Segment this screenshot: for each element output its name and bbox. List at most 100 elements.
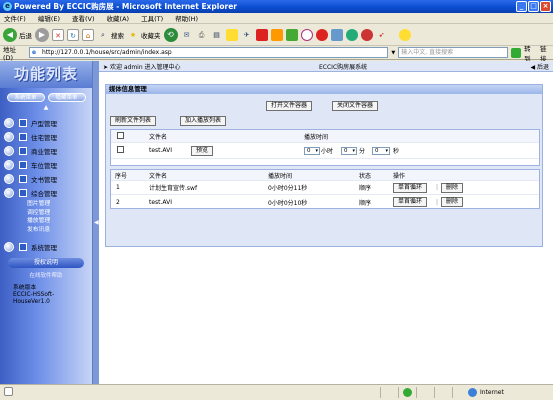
loop-button[interactable]: 单首循环 <box>393 197 428 207</box>
sidebar-item-parking[interactable]: 车位管理 <box>0 158 92 172</box>
collapse-arrow-icon[interactable]: ▲ <box>0 104 92 111</box>
history-icon[interactable]: ⟲ <box>163 27 178 42</box>
window-title: Powered By ECCIC购房展 - Microsoft Internet… <box>14 2 237 11</box>
sidebar-item-general[interactable]: 综合管理 <box>0 186 92 200</box>
hide-menu-button[interactable]: 隐藏菜单 <box>47 93 86 102</box>
delete-label: 删除 <box>441 182 464 193</box>
hour-value: 0 <box>304 146 320 155</box>
browser-toolbar: ◀ 后退 ▶ ✕ ↻ ⌂ ⌕ 搜索 ★ 收藏夹 ⟲ ✉ ⎙ ▤ ✈ ➶ <box>0 24 553 46</box>
menu-edit[interactable]: 编辑(E) <box>38 13 60 23</box>
edit-icon[interactable]: ▤ <box>211 29 223 41</box>
menu-file[interactable]: 文件(F) <box>4 13 26 23</box>
minute-select[interactable]: 0 <box>341 146 357 155</box>
status-bar: Internet <box>0 384 553 400</box>
smiley-icon[interactable] <box>398 28 411 41</box>
home-icon[interactable]: ⌂ <box>82 28 94 41</box>
go-button[interactable]: 转到 <box>524 43 537 63</box>
preview-button[interactable]: 预览 <box>191 145 214 156</box>
file-checkbox[interactable] <box>117 146 124 155</box>
sidebar-item-commercial[interactable]: 商业管理 <box>0 144 92 158</box>
header-back-button[interactable]: ◀ 后退 <box>530 62 549 71</box>
hour-select[interactable]: 0 <box>304 146 320 155</box>
status-divider <box>452 387 453 398</box>
globe-icon[interactable] <box>345 28 358 41</box>
maximize-button[interactable]: □ <box>528 1 539 12</box>
ball-icon <box>4 132 14 142</box>
sidebar-subitem[interactable]: 图片管理 <box>0 200 92 209</box>
sidebar-subitem[interactable]: 播放管理 <box>0 217 92 226</box>
refresh-list-button[interactable]: 刷新文件列表 <box>110 116 157 126</box>
search-input[interactable]: 输入中文, 直接搜索 <box>398 47 509 58</box>
second-unit: 秒 <box>393 148 400 155</box>
folder-icon[interactable] <box>225 28 238 41</box>
clock-icon[interactable] <box>300 28 313 41</box>
loop-label: 单首循环 <box>393 197 428 207</box>
second-select[interactable]: 0 <box>372 146 390 155</box>
add-playlist-button[interactable]: 加入播放列表 <box>180 116 227 126</box>
rose-icon[interactable] <box>360 28 373 41</box>
delete-label: 删除 <box>441 197 464 207</box>
status-divider <box>416 387 417 398</box>
tool-green-icon[interactable] <box>285 28 298 41</box>
tool-red-icon[interactable] <box>255 28 268 41</box>
search-button[interactable]: ⌕ 搜索 <box>97 26 124 44</box>
ball-icon <box>4 160 14 170</box>
loop-button[interactable]: 单首循环 <box>393 182 428 193</box>
tool-blue-icon[interactable] <box>330 28 343 41</box>
file-name: test.AVI <box>149 147 173 154</box>
close-button[interactable]: × <box>540 1 551 12</box>
address-dropdown-icon[interactable]: ▼ <box>391 50 395 56</box>
minimize-button[interactable]: _ <box>516 1 527 12</box>
links-button[interactable]: 链接 <box>540 43 553 63</box>
bird-icon[interactable]: ➶ <box>376 29 388 41</box>
go-icon[interactable] <box>511 47 522 58</box>
minute-unit: 分 <box>359 148 366 155</box>
messenger-icon[interactable]: ✈ <box>241 29 253 41</box>
refresh-icon[interactable]: ↻ <box>67 28 79 41</box>
search-label: 搜索 <box>111 31 124 40</box>
section-icon <box>19 147 27 155</box>
row-filename: test.AVI <box>149 198 173 206</box>
close-container-button[interactable]: 关闭文件容器 <box>332 101 379 111</box>
sidebar-item-system[interactable]: 系统管理 <box>0 240 92 254</box>
globe-icon <box>468 388 477 397</box>
favorites-button[interactable]: ★ 收藏夹 <box>127 26 161 44</box>
sidebar-item-label: 综合管理 <box>31 190 57 198</box>
zone-indicator: Internet <box>468 388 504 397</box>
print-icon[interactable]: ⎙ <box>196 29 208 41</box>
sidebar-subitem[interactable]: 发布讯息 <box>0 226 92 235</box>
section-icon <box>19 243 27 251</box>
sidebar-item-documents[interactable]: 文书管理 <box>0 172 92 186</box>
open-container-button[interactable]: 打开文件容器 <box>266 101 313 111</box>
sidebar-toggle-bar[interactable]: ◀ <box>92 61 99 384</box>
favorites-label: 收藏夹 <box>141 31 161 40</box>
license-info-button[interactable]: 授权说明 <box>8 258 84 268</box>
loop-label: 单首循环 <box>393 182 428 193</box>
online-help-link[interactable]: 在线软件帮助 <box>0 271 92 279</box>
back-button[interactable]: ◀ 后退 <box>3 26 32 44</box>
sidebar-subitem[interactable]: 调控管理 <box>0 209 92 218</box>
welcome-label: 欢迎 admin 进入管理中心 <box>109 63 181 71</box>
row-seq: 1 <box>116 184 120 191</box>
menu-view[interactable]: 查看(V) <box>72 13 95 23</box>
system-menu-button[interactable]: 系统菜单 <box>6 93 45 102</box>
forward-button[interactable]: ▶ <box>35 26 49 44</box>
delete-button[interactable]: 删除 <box>441 197 464 207</box>
tool-orange-icon[interactable] <box>270 28 283 41</box>
address-input[interactable]: http://127.0.0.1/house/src/admin/index.a… <box>29 47 389 58</box>
menu-tools[interactable]: 工具(T) <box>141 13 163 23</box>
sidebar-item-residence[interactable]: 住宅管理 <box>0 130 92 144</box>
files-table: 文件名 播放时间 test.AVI 预览 0 小时 0 分 0 秒 <box>110 129 540 166</box>
menu-help[interactable]: 帮助(H) <box>175 13 198 23</box>
window-titlebar: e Powered By ECCIC购房展 - Microsoft Intern… <box>0 0 553 13</box>
sidebar-item-unit-type[interactable]: 户型管理 <box>0 116 92 130</box>
delete-button[interactable]: 删除 <box>441 182 464 193</box>
select-all-checkbox[interactable] <box>117 131 124 141</box>
menu-favorites[interactable]: 收藏(A) <box>107 13 130 23</box>
apple-icon[interactable] <box>315 28 328 41</box>
stop-icon[interactable]: ✕ <box>52 28 64 41</box>
ball-icon <box>4 118 14 128</box>
row-playtime: 0小时0分10秒 <box>268 199 308 207</box>
star-icon: ★ <box>129 30 137 39</box>
mail-icon[interactable]: ✉ <box>181 29 193 41</box>
